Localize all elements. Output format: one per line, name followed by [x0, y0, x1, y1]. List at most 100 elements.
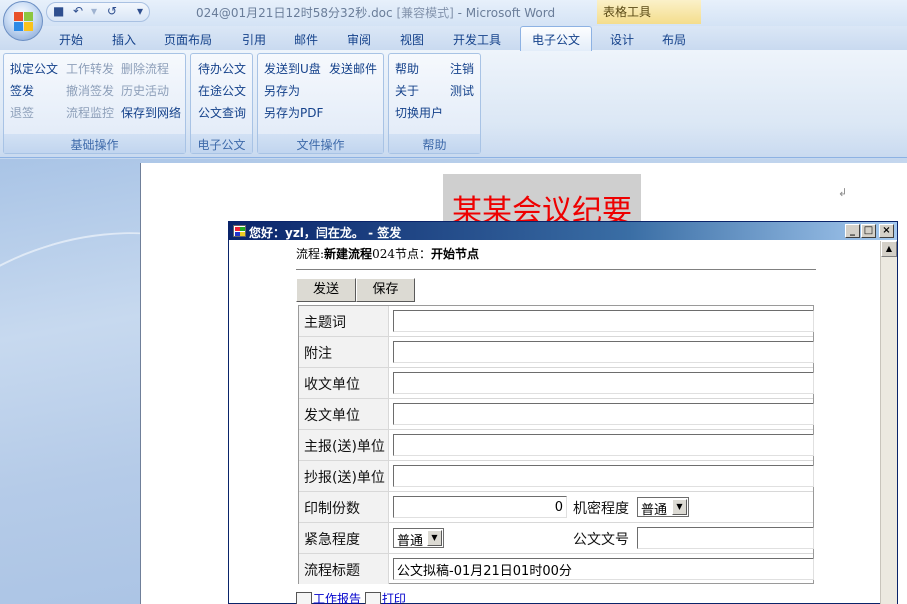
form-row-send-unit: 发文单位 [299, 399, 814, 430]
flow-name: 新建流程 [324, 247, 373, 261]
doc-form: 主题词 附注 收文单位 发文单位 主报(送)单位 抄报(送)单位 印制份数 机密… [298, 305, 814, 584]
group-file: 发送到U盘 发送邮件 另存为 另存为PDF 文件操作 [257, 53, 384, 154]
undo-dropdown-icon[interactable]: ▾ [91, 4, 97, 18]
group-edoc-label: 电子公文 [191, 134, 252, 153]
copies-label: 印制份数 [299, 492, 389, 522]
switch-user-button[interactable]: 切换用户 [395, 104, 443, 121]
note-input[interactable] [393, 341, 814, 363]
form-row-copies: 印制份数 机密程度 普通 ▼ [299, 492, 813, 523]
copies-input[interactable] [393, 496, 567, 518]
office-button[interactable] [3, 1, 43, 41]
delete-flow-button[interactable]: 删除流程 [121, 60, 169, 77]
save-as-pdf-button[interactable]: 另存为PDF [264, 104, 323, 121]
secret-label: 机密程度 [573, 501, 629, 517]
chevron-down-icon: ▼ [427, 530, 442, 546]
doc-no-label: 公文文号 [573, 532, 629, 548]
cancel-issue-button[interactable]: 撤消签发 [66, 82, 114, 99]
about-button[interactable]: 关于 [395, 82, 419, 99]
flow-title-label: 流程标题 [299, 554, 389, 584]
group-basic-label: 基础操作 [4, 134, 185, 153]
logout-button[interactable]: 注销 [450, 60, 474, 77]
report-unit-input[interactable] [393, 434, 814, 456]
issue-button[interactable]: 签发 [10, 82, 34, 99]
group-basic: 拟定公文 工作转发 删除流程 签发 撤消签发 历史活动 退签 流程监控 保存到网… [3, 53, 186, 154]
window-title-app: - Microsoft Word [457, 6, 556, 20]
secret-select[interactable]: 普通 ▼ [637, 497, 689, 518]
cc-unit-input[interactable] [393, 465, 814, 487]
flow-title-input[interactable] [393, 558, 814, 580]
subject-label: 主题词 [299, 306, 389, 336]
send-unit-label: 发文单位 [299, 399, 389, 429]
title-bar: ■ ↶ ▾ ↺ ▾ 024@01月21日12时58分32秒.doc [兼容模式]… [0, 0, 907, 26]
tab-insert[interactable]: 插入 [112, 31, 136, 48]
redo-icon[interactable]: ↺ [107, 4, 117, 18]
form-row-note: 附注 [299, 337, 814, 368]
tab-review[interactable]: 审阅 [347, 31, 371, 48]
issue-dialog: 您好：yzl，闫在龙。 - 签发 _ □ × 流程:新建流程024节点：开始节点… [228, 221, 898, 604]
dialog-title: 您好：yzl，闫在龙。 - 签发 [249, 226, 402, 240]
report-unit-label: 主报(送)单位 [299, 430, 389, 460]
undo-icon[interactable]: ↶ [73, 4, 83, 18]
tab-design[interactable]: 设计 [610, 31, 634, 48]
history-button[interactable]: 历史活动 [121, 82, 169, 99]
tab-view[interactable]: 视图 [400, 31, 424, 48]
recv-unit-input[interactable] [393, 372, 814, 394]
tab-mailings[interactable]: 邮件 [294, 31, 318, 48]
flow-monitor-button[interactable]: 流程监控 [66, 104, 114, 121]
group-help-label: 帮助 [389, 134, 480, 153]
secret-select-value: 普通 [641, 503, 668, 518]
test-button[interactable]: 测试 [450, 82, 474, 99]
work-report-link[interactable]: 工作报告 [313, 592, 361, 604]
maximize-button[interactable]: □ [861, 224, 876, 238]
document-title[interactable]: 某某会议纪要 [443, 191, 641, 223]
report-icon [296, 592, 312, 604]
save-as-button[interactable]: 另存为 [264, 82, 300, 99]
urgency-select-value: 普通 [397, 534, 424, 549]
scroll-up-icon[interactable]: ▲ [881, 241, 897, 257]
print-link[interactable]: 打印 [382, 592, 406, 604]
urgency-select[interactable]: 普通 ▼ [393, 528, 444, 549]
todo-docs-button[interactable]: 待办公文 [198, 60, 246, 77]
tab-edoc[interactable]: 电子公文 [520, 26, 593, 51]
urgency-label: 紧急程度 [299, 523, 389, 553]
node-prefix: 024节点： [372, 247, 431, 261]
tab-references[interactable]: 引用 [242, 31, 266, 48]
group-file-label: 文件操作 [258, 134, 383, 153]
in-transit-docs-button[interactable]: 在途公文 [198, 82, 246, 99]
subject-input[interactable] [393, 310, 814, 332]
form-row-cc-unit: 抄报(送)单位 [299, 461, 814, 492]
form-row-flow-title: 流程标题 [299, 554, 814, 585]
forward-work-button[interactable]: 工作转发 [66, 60, 114, 77]
tab-developer[interactable]: 开发工具 [453, 31, 501, 48]
send-button[interactable]: 发送 [296, 278, 356, 302]
ribbon: 拟定公文 工作转发 删除流程 签发 撤消签发 历史活动 退签 流程监控 保存到网… [0, 50, 907, 158]
footer-links: 工作报告 打印 [296, 590, 406, 604]
ribbon-tabs: 开始 插入 页面布局 引用 邮件 审阅 视图 开发工具 电子公文 设计 布局 [0, 26, 907, 76]
divider [296, 269, 816, 270]
minimize-button[interactable]: _ [845, 224, 860, 238]
printer-icon [364, 592, 381, 604]
save-icon[interactable]: ■ [53, 4, 64, 18]
close-button[interactable]: × [879, 224, 894, 238]
save-to-network-button[interactable]: 保存到网络 [121, 104, 181, 121]
help-button[interactable]: 帮助 [395, 60, 419, 77]
send-unit-input[interactable] [393, 403, 814, 425]
draft-doc-button[interactable]: 拟定公文 [10, 60, 58, 77]
form-row-recv-unit: 收文单位 [299, 368, 814, 399]
form-row-urgency: 紧急程度 普通 ▼ 公文文号 [299, 523, 814, 554]
node-name: 开始节点 [430, 247, 479, 261]
tab-page-layout[interactable]: 页面布局 [164, 31, 212, 48]
withdraw-button[interactable]: 退签 [10, 104, 34, 121]
flow-info: 流程:新建流程024节点：开始节点 [296, 245, 479, 262]
tab-home[interactable]: 开始 [59, 31, 83, 48]
dialog-scrollbar[interactable]: ▲ [880, 241, 897, 604]
flow-prefix: 流程: [296, 247, 325, 261]
doc-query-button[interactable]: 公文查询 [198, 104, 246, 121]
customize-qat-icon[interactable]: ▾ [137, 4, 143, 18]
send-to-usb-button[interactable]: 发送到U盘 [264, 60, 321, 77]
save-button[interactable]: 保存 [356, 278, 415, 302]
context-tools-label: 表格工具 [597, 0, 701, 24]
doc-no-input[interactable] [637, 527, 814, 549]
tab-layout[interactable]: 布局 [662, 31, 686, 48]
send-email-button[interactable]: 发送邮件 [329, 60, 377, 77]
